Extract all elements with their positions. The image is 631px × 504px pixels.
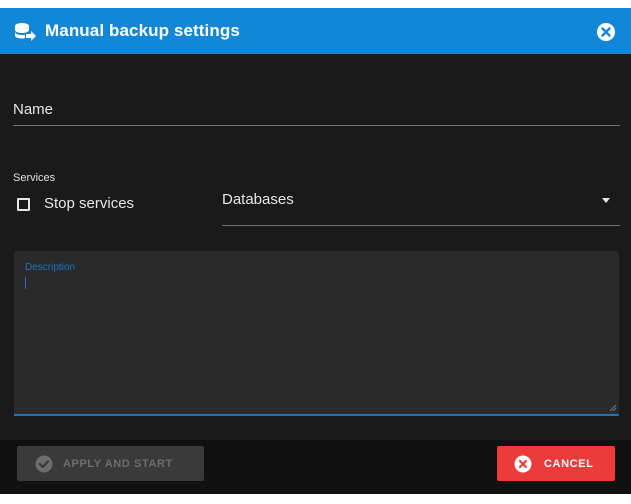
description-textarea[interactable] xyxy=(14,251,623,420)
services-label: Services xyxy=(13,172,56,184)
resize-handle-icon[interactable] xyxy=(609,404,617,412)
databases-select[interactable]: Databases xyxy=(222,184,620,226)
databases-underline xyxy=(222,225,620,226)
manual-backup-dialog: Manual backup settings Name Services Sto… xyxy=(0,8,631,494)
apply-and-start-button[interactable]: APPLY AND START xyxy=(17,446,204,481)
cancel-label: CANCEL xyxy=(544,457,594,470)
stop-services-checkbox[interactable] xyxy=(17,198,30,211)
dropdown-arrow-icon xyxy=(602,198,610,203)
name-input[interactable] xyxy=(13,94,624,127)
database-arrow-icon xyxy=(15,23,36,41)
description-underline xyxy=(14,414,619,416)
apply-and-start-label: APPLY AND START xyxy=(63,457,173,470)
dialog-titlebar: Manual backup settings xyxy=(0,8,631,54)
close-icon[interactable] xyxy=(596,22,616,42)
stop-services-label[interactable]: Stop services xyxy=(44,195,134,212)
dialog-title: Manual backup settings xyxy=(45,21,240,40)
cancel-button[interactable]: CANCEL xyxy=(497,446,615,481)
close-circle-icon xyxy=(514,455,532,472)
databases-select-value: Databases xyxy=(222,191,294,208)
name-underline xyxy=(13,125,620,126)
check-circle-icon xyxy=(35,455,53,472)
description-field: Description xyxy=(14,251,623,420)
